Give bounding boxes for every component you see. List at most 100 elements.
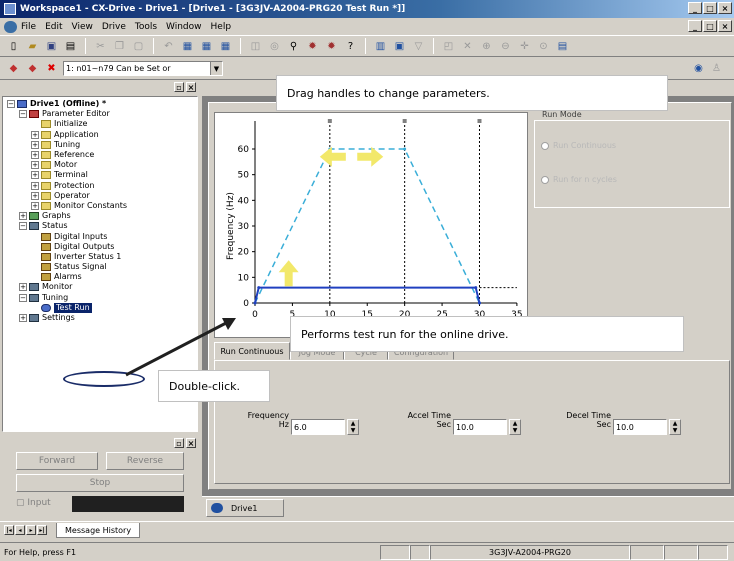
accel-spinner[interactable]: ▲ ▼ (509, 419, 521, 435)
prev-icon[interactable]: ◂ (15, 525, 25, 535)
help-icon[interactable]: ? (343, 39, 358, 54)
save-icon[interactable]: ▣ (44, 39, 59, 54)
chevron-down-icon[interactable]: ▼ (210, 62, 222, 75)
pane-close-button[interactable]: × (186, 82, 196, 92)
tree-item-protection[interactable]: + Protection (3, 181, 197, 191)
radio-run-continuous[interactable]: Run Continuous (541, 141, 616, 150)
find-icon[interactable]: ◎ (267, 39, 282, 54)
tree-parameter-editor[interactable]: − Parameter Editor (3, 109, 197, 119)
tree-item-digital-outputs[interactable]: Digital Outputs (3, 242, 197, 252)
collapse-icon[interactable]: − (19, 222, 27, 231)
menu-edit[interactable]: Edit (45, 22, 62, 32)
chevron-up-icon[interactable]: ▲ (351, 420, 356, 427)
close-button[interactable]: × (718, 2, 732, 14)
document-icon[interactable] (4, 20, 17, 33)
panel-close-button[interactable]: × (186, 438, 196, 448)
binoculars-icon[interactable]: ⚲ (286, 39, 301, 54)
paste-icon[interactable]: ▢ (131, 39, 146, 54)
grid-icon[interactable]: ▥ (373, 39, 388, 54)
expand-icon[interactable]: + (31, 201, 39, 210)
collapse-icon[interactable]: − (7, 100, 15, 109)
tree-item-alarms[interactable]: Alarms (3, 272, 197, 282)
transfer-icon[interactable]: ◆ (25, 61, 40, 76)
reverse-button[interactable]: Reverse (106, 452, 184, 470)
forward-button[interactable]: Forward (16, 452, 98, 470)
pin-icon[interactable]: ♙ (709, 61, 724, 76)
test-run-chart[interactable]: 0 10 20 30 40 50 60 0 5 10 15 20 25 30 35 Frequency (Hz… (214, 112, 528, 338)
zoom-icon[interactable]: ⊕ (479, 39, 494, 54)
window-layout-icon[interactable]: ▦ (199, 39, 214, 54)
chart-svg[interactable]: 01020304050600 5 10 15 20 25 30 35Frequency (Hz… (215, 113, 529, 339)
open-icon[interactable]: ▰ (25, 39, 40, 54)
chevron-up-icon[interactable]: ▲ (513, 420, 518, 427)
menu-file[interactable]: File (21, 22, 36, 32)
cut-icon[interactable]: ✂ (93, 39, 108, 54)
panel-restore-button[interactable]: ▫ (174, 438, 184, 448)
gear-icon[interactable]: ✹ (324, 39, 339, 54)
next-icon[interactable]: ▸ (26, 525, 36, 535)
delete-icon[interactable]: ✖ (44, 61, 59, 76)
mdi-tab-drive1[interactable]: Drive1 (206, 499, 284, 517)
tree-item-motor[interactable]: + Motor (3, 160, 197, 170)
tree-item-monitor-constants[interactable]: + Monitor Constants (3, 201, 197, 211)
online-icon[interactable]: ◉ (691, 61, 706, 76)
tree-root[interactable]: − Drive1 (Offline) * (3, 99, 197, 109)
monitor-icon[interactable]: ▣ (392, 39, 407, 54)
stop-button[interactable]: Stop (16, 474, 184, 492)
expand-icon[interactable]: + (19, 212, 27, 221)
message-history-tab[interactable]: Message History (56, 523, 141, 538)
tree-item-application[interactable]: + Application (3, 130, 197, 140)
tree-tuning[interactable]: − Tuning (3, 293, 197, 303)
collapse-icon[interactable]: − (19, 293, 27, 302)
tree-settings[interactable]: + Settings (3, 313, 197, 323)
drag-handle[interactable] (477, 119, 482, 123)
expand-icon[interactable]: + (31, 161, 39, 170)
gear-icon[interactable]: ✹ (305, 39, 320, 54)
tree-item-terminal[interactable]: + Terminal (3, 170, 197, 180)
tools-icon[interactable]: ✕ (460, 39, 475, 54)
collapse-icon[interactable]: − (19, 110, 27, 119)
print-icon[interactable]: ▤ (63, 39, 78, 54)
decel-spinner[interactable]: ▲ ▼ (669, 419, 681, 435)
radio-run-cycles[interactable]: Run for n cycles (541, 175, 617, 184)
expand-icon[interactable]: + (19, 283, 27, 292)
expand-icon[interactable]: + (31, 130, 39, 139)
expand-icon[interactable]: + (31, 191, 39, 200)
menu-help[interactable]: Help (211, 22, 232, 32)
menu-tools[interactable]: Tools (135, 22, 157, 32)
zoom-out-icon[interactable]: ⊖ (498, 39, 513, 54)
cursor-icon[interactable]: ✛ (517, 39, 532, 54)
radio-dot[interactable] (541, 141, 549, 150)
first-icon[interactable]: |◂ (4, 525, 14, 535)
title-bar[interactable]: Workspace1 - CX-Drive - Drive1 - [Drive1… (0, 0, 734, 18)
accel-input[interactable]: 10.0 (453, 419, 507, 435)
drag-handle[interactable] (402, 119, 407, 123)
mdi-close-button[interactable]: × (718, 20, 732, 32)
menu-view[interactable]: View (72, 22, 93, 32)
frequency-input[interactable]: 6.0 (291, 419, 345, 435)
mdi-minimize-button[interactable]: _ (688, 20, 702, 32)
window-layout-icon[interactable]: ▦ (180, 39, 195, 54)
expand-icon[interactable]: + (31, 181, 39, 190)
tree-item-initialize[interactable]: Initialize (3, 119, 197, 129)
pane-restore-button[interactable]: ▫ (174, 82, 184, 92)
last-icon[interactable]: ▸| (37, 525, 47, 535)
expand-icon[interactable]: + (31, 140, 39, 149)
marker-icon[interactable]: ⊙ (536, 39, 551, 54)
chevron-down-icon[interactable]: ▼ (513, 427, 518, 434)
compare-icon[interactable]: ◫ (248, 39, 263, 54)
menu-drive[interactable]: Drive (102, 22, 126, 32)
mdi-restore-button[interactable]: □ (703, 20, 717, 32)
chart-icon[interactable]: ◰ (441, 39, 456, 54)
tab-run-continuous[interactable]: Run Continuous (214, 342, 290, 360)
maximize-button[interactable]: □ (703, 2, 717, 14)
filter-icon[interactable]: ▽ (411, 39, 426, 54)
tree-item-digital-inputs[interactable]: Digital Inputs (3, 231, 197, 241)
tree-item-tuning[interactable]: + Tuning (3, 140, 197, 150)
tree-item-inverter-status[interactable]: Inverter Status 1 (3, 252, 197, 262)
minimize-button[interactable]: _ (688, 2, 702, 14)
chevron-down-icon[interactable]: ▼ (673, 427, 678, 434)
drag-handle[interactable] (327, 119, 332, 123)
copy-icon[interactable]: ❐ (112, 39, 127, 54)
expand-icon[interactable]: + (19, 314, 27, 323)
